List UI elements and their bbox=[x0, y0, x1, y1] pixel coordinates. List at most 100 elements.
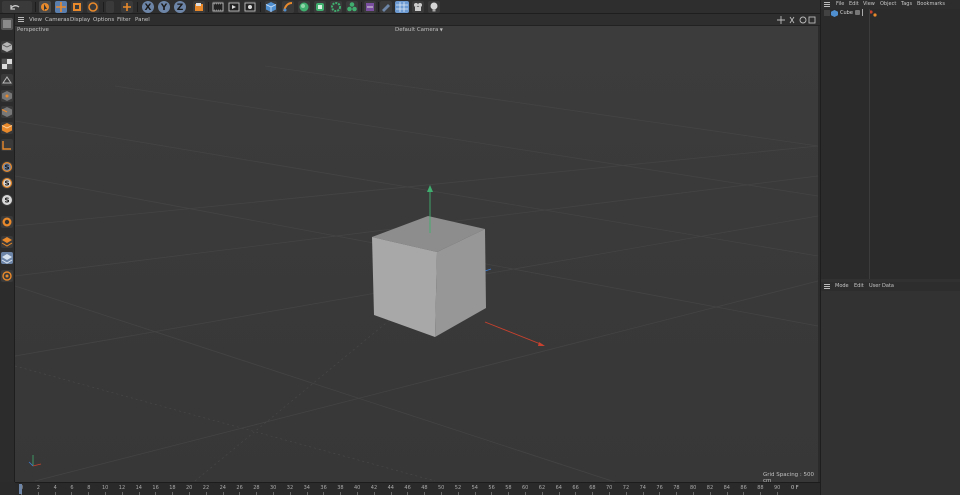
axis-mode-icon[interactable] bbox=[1, 139, 13, 151]
make-editable-icon[interactable] bbox=[1, 18, 13, 30]
playhead[interactable] bbox=[19, 484, 22, 494]
om-menu-edit[interactable]: Edit bbox=[849, 1, 859, 7]
rotate-icon[interactable] bbox=[87, 1, 99, 13]
snap-icon[interactable]: S bbox=[1, 161, 13, 173]
timeline-tick-label: 18 bbox=[169, 485, 176, 491]
timeline-tick-label: 50 bbox=[438, 485, 445, 491]
naming-tool-icon[interactable] bbox=[1, 270, 13, 282]
camera-name: Default Camera bbox=[395, 27, 439, 33]
workplane-grid-icon[interactable] bbox=[1, 252, 13, 264]
y-axis-lock-icon[interactable]: Y bbox=[158, 1, 170, 13]
om-menu-object[interactable]: Object bbox=[880, 1, 896, 7]
cube-icon[interactable] bbox=[265, 1, 277, 13]
om-menu-bookmarks[interactable]: Bookmarks bbox=[917, 1, 945, 7]
menu-display[interactable]: Display bbox=[70, 17, 90, 23]
menu-options[interactable]: Options bbox=[93, 17, 114, 23]
object-manager-column-divider[interactable] bbox=[869, 9, 870, 279]
light-icon[interactable] bbox=[428, 1, 440, 13]
timeline-tick-label: 52 bbox=[454, 485, 462, 491]
polygons-mode-icon[interactable] bbox=[1, 122, 13, 134]
object-list[interactable]: Cube bbox=[821, 9, 960, 279]
floor-icon[interactable] bbox=[395, 1, 409, 13]
add-icon[interactable] bbox=[121, 1, 133, 13]
render-pot-icon[interactable] bbox=[412, 1, 424, 13]
menu-cameras[interactable]: Cameras bbox=[45, 17, 69, 23]
cube-object-icon bbox=[831, 10, 838, 17]
timeline-tick-label: 44 bbox=[387, 485, 394, 491]
om-menu-tags[interactable]: Tags bbox=[901, 1, 912, 7]
attribute-manager-area[interactable] bbox=[821, 291, 960, 495]
mograph-icon[interactable] bbox=[346, 1, 358, 13]
z-axis-lock-icon[interactable]: Z bbox=[174, 1, 186, 13]
timeline-tick-label: 22 bbox=[202, 485, 210, 491]
timeline-tick-label: 12 bbox=[118, 485, 126, 491]
edges-mode-icon[interactable] bbox=[1, 106, 13, 118]
timeline-tick-label: 64 bbox=[555, 485, 562, 491]
quantize-icon[interactable]: S bbox=[1, 194, 13, 206]
layer-icon bbox=[824, 10, 830, 16]
timeline-tick-label: 46 bbox=[404, 485, 411, 491]
live-select-icon[interactable] bbox=[39, 1, 51, 13]
om-menu-file[interactable]: File bbox=[836, 1, 844, 7]
deformer-icon[interactable] bbox=[330, 1, 342, 13]
texture-mode-icon[interactable] bbox=[1, 58, 13, 70]
workplane-icon[interactable] bbox=[1, 74, 13, 86]
main-toolbar: X Y Z bbox=[0, 0, 820, 14]
points-mode-icon[interactable] bbox=[1, 90, 13, 102]
add-icon[interactable] bbox=[106, 1, 114, 13]
subdivision-icon[interactable] bbox=[298, 1, 310, 13]
timeline-tick-label: 80 bbox=[690, 485, 697, 491]
timeline-tick-label: 48 bbox=[421, 485, 428, 491]
sky-icon[interactable] bbox=[364, 1, 376, 13]
pen-icon[interactable] bbox=[282, 1, 294, 13]
timeline-tick-label: 24 bbox=[219, 485, 226, 491]
timeline-tick-label: 10 bbox=[102, 485, 109, 491]
lock-workplane-icon[interactable] bbox=[1, 236, 13, 248]
move-icon[interactable] bbox=[55, 1, 67, 13]
timeline-tick-label: 68 bbox=[589, 485, 596, 491]
object-manager-menu-icon[interactable] bbox=[824, 2, 830, 7]
viewport-nav-icons[interactable] bbox=[777, 15, 817, 25]
viewport-menu-icon[interactable] bbox=[18, 17, 24, 22]
phong-tag-icon[interactable] bbox=[869, 10, 877, 17]
timeline-tick-label: 6 bbox=[70, 485, 74, 491]
timeline-tick-label: 86 bbox=[740, 485, 747, 491]
camera-label[interactable]: Default Camera ▼ bbox=[395, 27, 443, 33]
render-view-icon[interactable] bbox=[228, 1, 240, 13]
object-row-cube[interactable]: Cube bbox=[821, 9, 960, 18]
timeline-tick-label: 20 bbox=[186, 485, 193, 491]
svg-text:X: X bbox=[145, 3, 152, 13]
timeline-tick-label: 34 bbox=[303, 485, 310, 491]
render-region-icon[interactable] bbox=[212, 1, 224, 13]
visibility-dots[interactable] bbox=[855, 10, 860, 15]
menu-panel[interactable]: Panel bbox=[135, 17, 150, 23]
am-menu-edit[interactable]: Edit bbox=[854, 283, 864, 289]
object-name[interactable]: Cube bbox=[840, 10, 853, 16]
am-menu-mode[interactable]: Mode bbox=[835, 283, 849, 289]
attribute-manager-menu-icon[interactable] bbox=[824, 284, 830, 289]
timeline-tick-label: 90 bbox=[774, 485, 781, 491]
timeline-tick-label: 78 bbox=[673, 485, 680, 491]
soft-selection-icon[interactable] bbox=[1, 216, 13, 228]
menu-filter[interactable]: Filter bbox=[117, 17, 131, 23]
world-coords-icon[interactable] bbox=[193, 1, 205, 13]
x-axis-lock-icon[interactable]: X bbox=[142, 1, 154, 13]
array-icon[interactable] bbox=[314, 1, 326, 13]
render-settings-icon[interactable] bbox=[244, 1, 256, 13]
svg-text:Y: Y bbox=[160, 3, 168, 13]
undo-icon[interactable] bbox=[2, 1, 32, 13]
viewport-scene[interactable] bbox=[15, 26, 818, 482]
svg-text:S: S bbox=[4, 180, 9, 188]
timeline-ruler[interactable]: 0246810121416182022242628303234363840424… bbox=[15, 482, 820, 495]
model-mode-icon[interactable] bbox=[1, 41, 13, 53]
am-menu-user-data[interactable]: User Data bbox=[869, 283, 894, 289]
snap-settings-icon[interactable]: S bbox=[1, 177, 13, 189]
timeline-tick-label: 30 bbox=[270, 485, 277, 491]
menu-view[interactable]: View bbox=[29, 17, 42, 23]
scale-icon[interactable] bbox=[71, 1, 83, 13]
om-menu-view[interactable]: View bbox=[863, 1, 875, 7]
perspective-viewport[interactable]: Perspective Default Camera ▼ Grid Spacin… bbox=[15, 26, 818, 482]
grid-spacing-label: Grid Spacing : 500 cm bbox=[763, 472, 815, 482]
camera-icon[interactable] bbox=[380, 1, 392, 13]
editor-render-toggle[interactable] bbox=[862, 9, 866, 16]
